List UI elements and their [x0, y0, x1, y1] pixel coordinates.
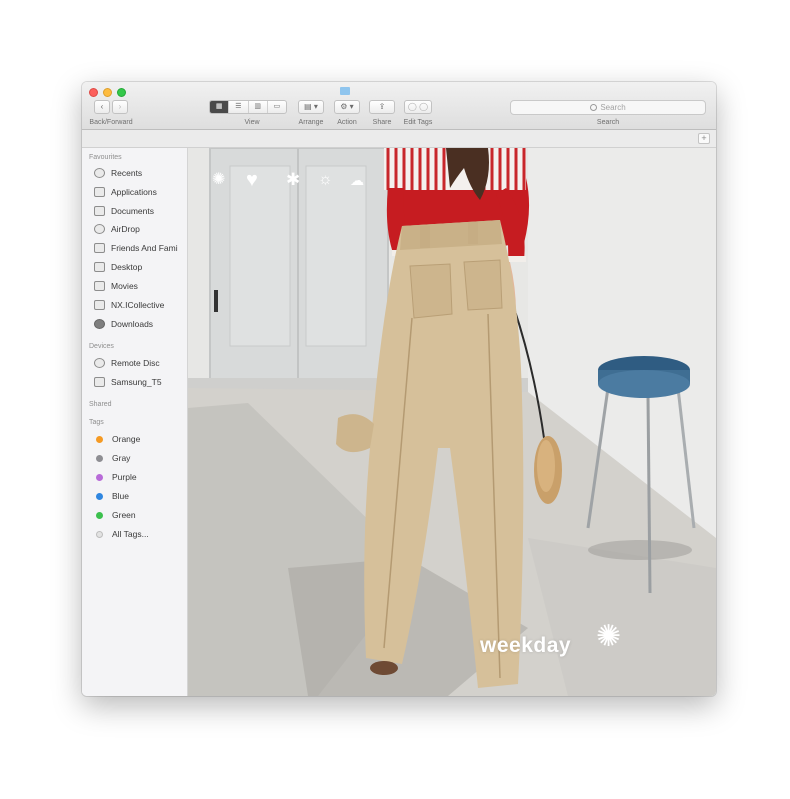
add-button[interactable]: +	[698, 133, 710, 144]
search-icon	[590, 104, 598, 111]
brand-logo: weekday	[480, 634, 572, 657]
forward-button[interactable]: ›	[112, 100, 128, 114]
sidebar-item-label: Recents	[111, 168, 143, 178]
sidebar-item-label: Desktop	[111, 262, 143, 272]
sidebar-item-label: Green	[112, 510, 136, 520]
orange-tag-dot	[96, 435, 103, 443]
sidebar-item-movies[interactable]: Movies	[94, 279, 138, 293]
path-bar: +	[82, 130, 716, 148]
green-tag-dot	[96, 511, 103, 519]
edit-tags-button[interactable]: ◯ ◯	[404, 100, 432, 114]
sparkle-icon: ✺	[596, 620, 621, 653]
close-window-button[interactable]	[89, 88, 98, 97]
star-icon: ✱	[286, 170, 300, 189]
cloud-icon: ☁	[350, 172, 364, 188]
search-placeholder: Search	[600, 103, 626, 112]
sidebar-tag-blue[interactable]: Blue	[94, 489, 129, 503]
search-caption: Search	[596, 119, 620, 126]
blue-tag-dot	[96, 492, 103, 500]
edit-tags-caption: Edit Tags	[403, 119, 433, 126]
sidebar-item-label: Gray	[112, 453, 131, 463]
shared-section-title: Shared	[89, 401, 112, 408]
sidebar-item-recents[interactable]: Recents	[94, 166, 142, 180]
sidebar-item-label: Purple	[112, 472, 137, 482]
arrange-button[interactable]: ▤ ▾	[298, 100, 324, 114]
folder-icon	[94, 243, 105, 253]
column-view-button[interactable]: ▥	[249, 101, 268, 113]
finder-toolbar: ‹ › Back/Forward ▦ ☰ ▥ ▭ View ▤ ▾ Arrang…	[82, 82, 716, 130]
folder-icon	[94, 300, 105, 310]
sidebar-item-samsung-t5[interactable]: Samsung_T5	[94, 375, 162, 389]
sidebar-tag-orange[interactable]: Orange	[94, 432, 140, 446]
sidebar-item-nx-collective[interactable]: NX.ICollective	[94, 298, 164, 312]
favourites-section-title: Favourites	[89, 154, 122, 161]
back-forward-caption: Back/Forward	[89, 119, 133, 126]
documents-icon	[94, 206, 105, 216]
sidebar-tag-all[interactable]: All Tags...	[94, 527, 149, 541]
sidebar-item-label: Downloads	[111, 319, 154, 329]
minimize-window-button[interactable]	[103, 88, 112, 97]
desktop-icon	[94, 262, 105, 272]
movies-icon	[94, 281, 105, 291]
sidebar-item-downloads[interactable]: Downloads	[94, 317, 153, 331]
all-tags-dot	[96, 530, 103, 538]
finder-window: ‹ › Back/Forward ▦ ☰ ▥ ▭ View ▤ ▾ Arrang…	[82, 82, 716, 696]
tags-section-title: Tags	[89, 419, 104, 426]
sidebar-item-documents[interactable]: Documents	[94, 204, 154, 218]
applications-icon	[94, 187, 105, 197]
folder-icon	[340, 87, 350, 95]
product-photo: ✺ ♥ ✱ ☼ ☁ ✺	[188, 148, 716, 696]
airdrop-icon	[94, 224, 105, 234]
sidebar-item-label: All Tags...	[112, 529, 149, 539]
sidebar: Favourites Recents Applications Document…	[82, 148, 188, 696]
gray-tag-dot	[96, 454, 103, 462]
photo-content-area: ✺ ♥ ✱ ☼ ☁ ✺ weekday	[188, 148, 716, 696]
view-mode-control: ▦ ☰ ▥ ▭	[209, 100, 287, 114]
sidebar-item-label: NX.ICollective	[111, 300, 165, 310]
sidebar-item-label: Friends And Fami	[111, 243, 178, 253]
sidebar-item-label: Applications	[111, 187, 157, 197]
drive-icon	[94, 377, 105, 387]
devices-section-title: Devices	[89, 343, 114, 350]
sidebar-item-label: Movies	[111, 281, 138, 291]
search-input[interactable]: Search	[510, 100, 706, 115]
sparkle-icon: ✺	[212, 171, 225, 188]
sidebar-item-label: Blue	[112, 491, 130, 501]
back-button[interactable]: ‹	[94, 100, 110, 114]
heart-icon: ♥	[246, 169, 258, 191]
zoom-window-button[interactable]	[117, 88, 126, 97]
sidebar-item-friends-and-family[interactable]: Friends And Fami	[94, 241, 178, 255]
sidebar-item-label: Orange	[112, 434, 141, 444]
sidebar-item-airdrop[interactable]: AirDrop	[94, 222, 140, 236]
downloads-icon	[94, 319, 105, 329]
sidebar-tag-gray[interactable]: Gray	[94, 451, 130, 465]
sidebar-item-applications[interactable]: Applications	[94, 185, 157, 199]
sidebar-item-remote-disc[interactable]: Remote Disc	[94, 356, 160, 370]
purple-tag-dot	[96, 473, 103, 481]
gallery-view-button[interactable]: ▭	[268, 101, 286, 113]
share-caption: Share	[372, 119, 392, 126]
sidebar-item-label: Remote Disc	[111, 358, 160, 368]
view-caption: View	[244, 119, 260, 126]
sidebar-item-label: AirDrop	[111, 224, 140, 234]
arrange-caption: Arrange	[298, 119, 324, 126]
sidebar-item-desktop[interactable]: Desktop	[94, 260, 142, 274]
sidebar-item-label: Samsung_T5	[111, 377, 162, 387]
list-view-button[interactable]: ☰	[229, 101, 249, 113]
share-button[interactable]: ⇪	[369, 100, 395, 114]
disc-icon	[94, 358, 105, 368]
action-button[interactable]: ⚙ ▾	[334, 100, 360, 114]
sidebar-tag-purple[interactable]: Purple	[94, 470, 137, 484]
icon-view-button[interactable]: ▦	[210, 101, 230, 113]
action-caption: Action	[337, 119, 357, 126]
clock-icon	[94, 168, 105, 178]
sidebar-tag-green[interactable]: Green	[94, 508, 136, 522]
sun-icon: ☼	[318, 171, 333, 188]
sidebar-item-label: Documents	[111, 206, 154, 216]
